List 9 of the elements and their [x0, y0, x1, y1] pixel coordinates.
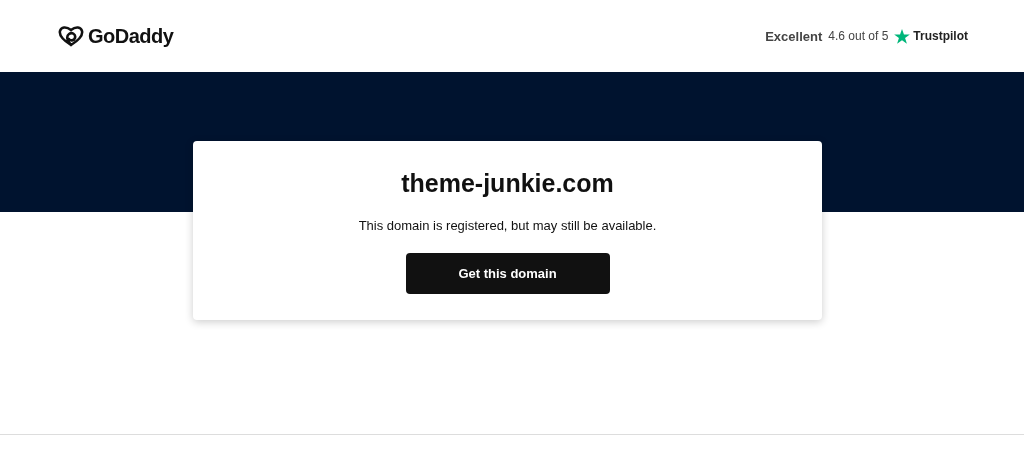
rating-score: 4.6 out of 5 [828, 29, 889, 43]
logo-text[interactable]: GoDaddy [88, 24, 174, 48]
heart-logo-icon [58, 25, 84, 47]
get-domain-button[interactable]: Get this domain [405, 253, 610, 294]
availability-message: This domain is registered, but may still be available. [358, 218, 657, 233]
trustpilot-text[interactable]: Trustpilot [913, 29, 968, 43]
rating-label: Excellent [765, 28, 823, 44]
star-icon [894, 28, 911, 44]
domain-name: theme-junkie.com [401, 169, 614, 198]
